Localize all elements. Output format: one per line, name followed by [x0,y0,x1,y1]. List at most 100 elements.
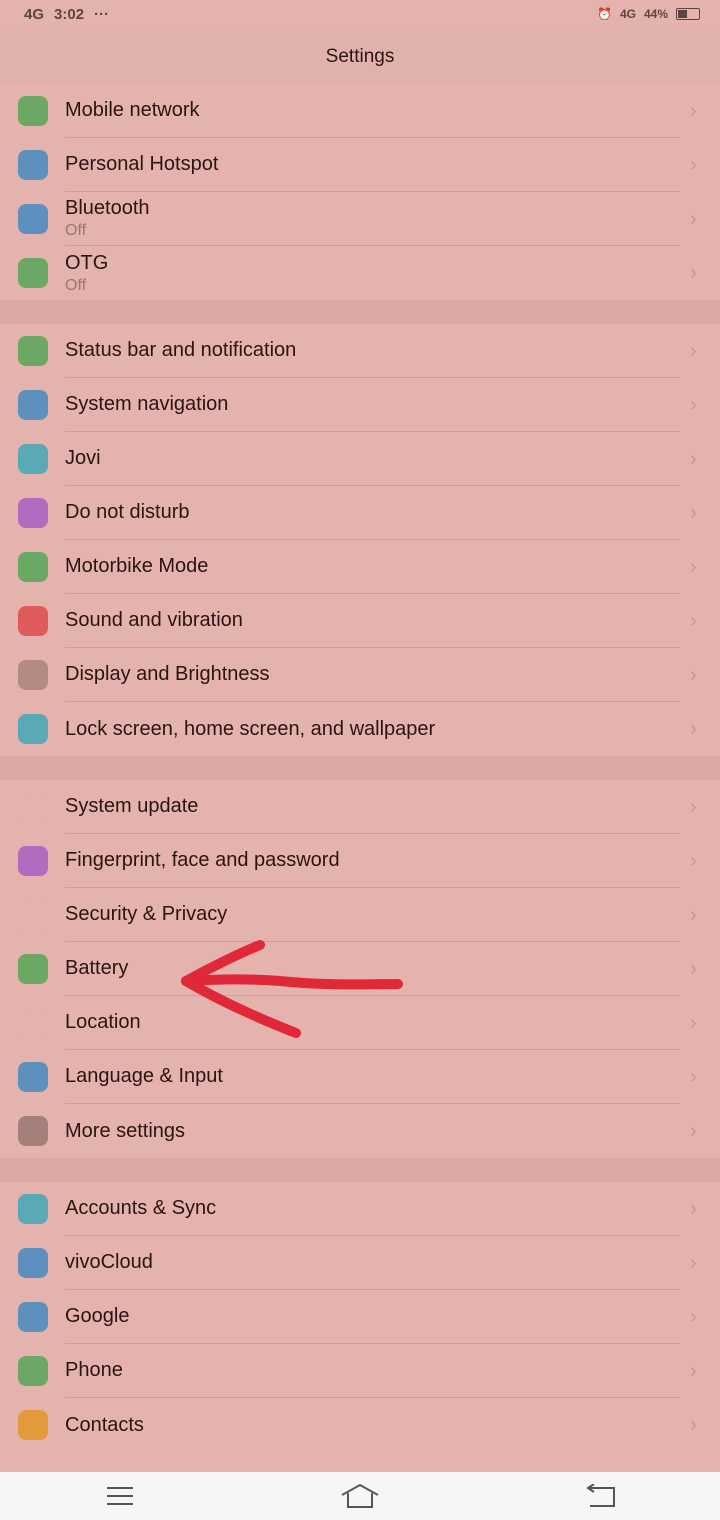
back-icon [586,1484,615,1507]
hotspot-icon [18,150,48,180]
settings-item-google[interactable]: Google › [0,1290,720,1344]
settings-item-text: Do not disturb [65,486,680,540]
settings-item-battery[interactable]: Battery › [0,942,720,996]
settings-item-text: Accounts & Sync [65,1182,680,1236]
settings-item-text: Motorbike Mode [65,540,680,594]
settings-item-label: OTG [65,251,109,274]
settings-item-mobile-network[interactable]: Mobile network › [0,84,720,138]
home-icon [341,1483,379,1508]
settings-item-label: Bluetooth [65,197,150,219]
settings-item-location[interactable]: Location › [0,996,720,1050]
settings-item-text: System navigation [65,378,680,432]
settings-item-phone[interactable]: Phone › [0,1344,720,1398]
settings-item-label: Status bar and notification [65,339,297,361]
chevron-right-icon: › [690,100,697,122]
settings-item-text: More settings [65,1104,680,1158]
settings-item-status: Off [65,222,87,239]
clock: 3:02 [54,5,85,23]
settings-item-text: Google [65,1290,680,1344]
settings-item-label: Jovi [65,447,101,469]
settings-item-label: Mobile network [65,99,200,121]
status-right: ⏰ 4G 44% [597,7,700,21]
settings-item-label: Security & Privacy [65,903,228,925]
settings-item-sound-and-vibration[interactable]: Sound and vibration › [0,594,720,648]
settings-item-label: Personal Hotspot [65,153,219,175]
globe-icon [18,96,48,126]
back-button[interactable] [570,1472,630,1520]
brightness-icon [18,660,48,690]
chevron-right-icon: › [690,718,697,740]
settings-item-label: Contacts [65,1413,144,1436]
settings-item-status: Off [65,276,87,294]
chevron-right-icon: › [690,1252,697,1274]
settings-item-motorbike-mode[interactable]: Motorbike Mode › [0,540,720,594]
status-left: 4G 3:02 ··· [24,6,109,23]
settings-item-text: Lock screen, home screen, and wallpaper [65,702,680,756]
settings-item-do-not-disturb[interactable]: Do not disturb › [0,486,720,540]
cloud-icon [18,1248,48,1278]
chevron-right-icon: › [690,610,697,632]
settings-item-status-bar-and-notification[interactable]: Status bar and notification › [0,324,720,378]
chevron-right-icon: › [690,502,697,524]
phone-icon [18,1356,48,1386]
menu-icon [107,1487,133,1505]
chevron-right-icon: › [690,1414,697,1436]
chevron-right-icon: › [690,904,697,926]
motorbike-icon [18,552,48,582]
page-title: Settings [325,46,395,67]
settings-item-accounts-sync[interactable]: Accounts & Sync › [0,1182,720,1236]
settings-header: Settings [0,30,720,85]
settings-item-text: Fingerprint, face and password [65,834,680,888]
settings-group: Accounts & Sync › vivoCloud › Google › Phone › C… [0,1182,720,1452]
settings-item-text: Bluetooth Off [65,192,680,246]
palette-icon [18,714,48,744]
speaker-icon [18,606,48,636]
settings-item-vivocloud[interactable]: vivoCloud › [0,1236,720,1290]
battery-percent: 44% [643,7,668,21]
settings-item-label: More settings [65,1119,186,1142]
settings-item-security-privacy[interactable]: Security & Privacy › [0,888,720,942]
settings-item-text: Mobile network [65,84,680,138]
settings-item-text: Battery [65,942,680,996]
settings-item-text: Status bar and notification [65,324,680,378]
settings-item-more-settings[interactable]: More settings › [0,1104,720,1158]
settings-item-language-input[interactable]: Language & Input › [0,1050,720,1104]
settings-item-label: System update [65,795,199,817]
signal-label: 4G [619,7,636,21]
bluetooth-icon [18,204,48,234]
settings-item-contacts[interactable]: Contacts › [0,1398,720,1452]
settings-item-label: Do not disturb [65,501,190,523]
settings-item-label: Sound and vibration [65,609,243,631]
settings-item-label: Display and Brightness [65,663,270,685]
settings-item-otg[interactable]: OTG Off › [0,246,720,300]
navigation-icon [18,390,48,420]
shield-icon [18,900,48,930]
battery-status-icon [676,8,700,20]
settings-group: Status bar and notification › System navig… [0,324,720,756]
settings-item-display-and-brightness[interactable]: Display and Brightness › [0,648,720,702]
chevron-right-icon: › [690,850,697,872]
settings-item-lock-screen-home-screen-and-wallpaper[interactable]: Lock screen, home screen, and wallpaper › [0,702,720,756]
chevron-right-icon: › [690,1066,697,1088]
settings-item-system-update[interactable]: System update › [0,780,720,834]
settings-item-fingerprint-face-and-password[interactable]: Fingerprint, face and password › [0,834,720,888]
bottom-nav [0,1472,720,1520]
settings-item-jovi[interactable]: Jovi › [0,432,720,486]
settings-item-bluetooth[interactable]: Bluetooth Off › [0,192,720,246]
settings-item-label: Location [65,1011,141,1033]
settings-group: Mobile network › Personal Hotspot › Bluetoot… [0,84,720,300]
chevron-right-icon: › [690,262,697,284]
settings-item-label: Battery [65,957,129,979]
settings-item-label: Accounts & Sync [65,1197,217,1219]
menu-button[interactable] [90,1472,150,1520]
chevron-right-icon: › [690,1360,697,1382]
home-button[interactable] [330,1472,390,1520]
settings-item-label: Phone [65,1359,123,1381]
settings-item-personal-hotspot[interactable]: Personal Hotspot › [0,138,720,192]
settings-item-system-navigation[interactable]: System navigation › [0,378,720,432]
cloud-sync-icon [18,1194,48,1224]
moon-icon [18,498,48,528]
gear-icon [18,1116,48,1146]
settings-item-label: Lock screen, home screen, and wallpaper [65,717,436,740]
chevron-right-icon: › [690,1012,697,1034]
